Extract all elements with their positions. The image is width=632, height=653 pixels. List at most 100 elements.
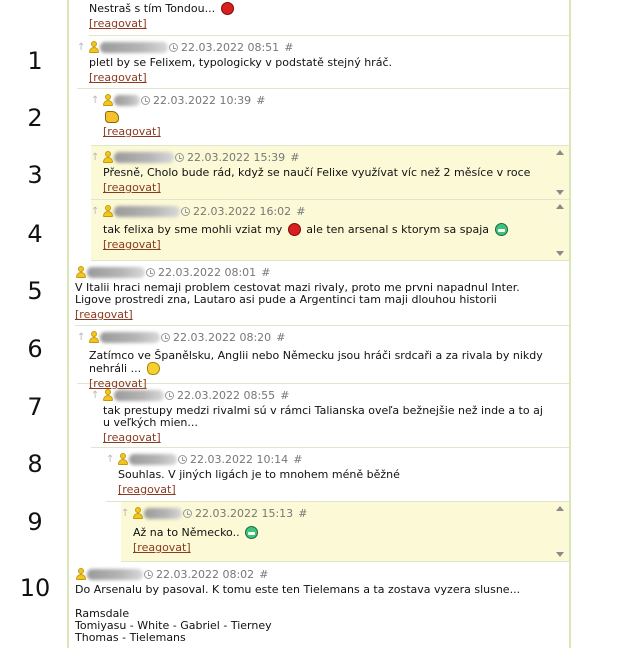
comment-meta: ↑ 22.03.2022 16:02 # [91,204,569,218]
username-redacted[interactable] [114,389,164,401]
clock-icon [141,95,150,105]
collapse-controls [556,204,564,256]
comment-text: Zatímco ve Španělsku, Anglii nebo Německ… [89,349,543,375]
permalink[interactable]: # [298,507,307,520]
user-icon [102,150,113,164]
permalink[interactable]: # [276,331,285,344]
reply-link[interactable]: [reagovat] [103,181,161,194]
comment-6: ↑ 22.03.2022 08:20 # Zatímco ve Španělsk… [77,326,569,390]
username-redacted[interactable] [100,41,168,53]
comment-meta: ↑ 22.03.2022 15:39 # [91,150,569,164]
scroll-up-icon[interactable] [556,204,564,209]
permalink[interactable]: # [259,568,268,581]
reply-arrow-icon[interactable]: ↑ [91,206,102,217]
user-icon [102,93,113,107]
comment-date[interactable]: 22.03.2022 08:01 [158,266,256,279]
comment-top: Nestraš s tím Tondou... [reagovat] [89,0,569,36]
row-number-6: 6 [27,335,43,363]
clock-icon [144,569,153,579]
comment-meta: 22.03.2022 08:01 # [75,265,569,279]
comment-text: Přesně, Cholo bude rád, když se naučí Fe… [103,166,531,179]
comment-text: tak felixa by sme mohli vziat my ale ten… [91,223,569,236]
clock-icon [178,454,187,464]
grin-emoticon-icon [494,223,508,236]
username-redacted[interactable] [87,266,145,278]
facepalm-emoticon-icon [146,362,160,375]
comment-5: 22.03.2022 08:01 # V Italii hraci nemaji… [75,261,569,326]
username-redacted[interactable] [114,151,174,163]
reply-arrow-icon[interactable]: ↑ [106,454,117,465]
comment-date[interactable]: 22.03.2022 10:39 [153,94,251,107]
comment-2: ↑ 22.03.2022 10:39 # [reagovat] [91,89,569,146]
reply-link[interactable]: [reagovat] [89,17,147,30]
reply-arrow-icon[interactable]: ↑ [121,508,132,519]
reply-link[interactable]: [reagovat] [103,238,161,251]
scroll-down-icon[interactable] [556,552,564,557]
scroll-up-icon[interactable] [556,506,564,511]
username-redacted[interactable] [114,94,140,106]
permalink[interactable]: # [290,151,299,164]
comment-meta: 22.03.2022 08:02 # [75,567,569,581]
comment-text: Nestraš s tím Tondou... [89,2,569,15]
reply-link[interactable]: [reagovat] [75,308,133,321]
comment-date[interactable]: 22.03.2022 08:20 [173,331,271,344]
angry-emoticon-icon [287,223,301,236]
angry-emoticon-icon [220,2,234,15]
permalink[interactable]: # [296,205,305,218]
user-icon [117,452,128,466]
reply-link[interactable]: [reagovat] [89,71,147,84]
row-number-8: 8 [27,450,43,478]
thumbs-up-emoticon-icon [105,111,119,123]
comment-meta: ↑ 22.03.2022 08:20 # [77,330,569,344]
user-icon [132,506,143,520]
user-icon [102,388,113,402]
permalink[interactable]: # [256,94,265,107]
scroll-down-icon[interactable] [556,190,564,195]
comment-body [91,111,569,123]
clock-icon [146,267,155,277]
comment-date[interactable]: 22.03.2022 15:13 [195,507,293,520]
clock-icon [161,332,170,342]
comment-7: ↑ 22.03.2022 08:55 # tak prestupy medzi … [91,384,569,448]
comment-meta: ↑ 22.03.2022 08:51 # [77,40,569,54]
scroll-down-icon[interactable] [556,251,564,256]
permalink[interactable]: # [280,389,289,402]
reply-link[interactable]: [reagovat] [103,125,161,138]
reply-link[interactable]: [reagovat] [118,483,176,496]
row-number-9: 9 [27,508,43,536]
comment-meta: ↑ 22.03.2022 08:55 # [91,388,569,402]
comment-date[interactable]: 22.03.2022 10:14 [190,453,288,466]
reply-arrow-icon[interactable]: ↑ [77,42,88,53]
comment-date[interactable]: 22.03.2022 16:02 [193,205,291,218]
username-redacted[interactable] [129,453,177,465]
permalink[interactable]: # [293,453,302,466]
collapse-controls [556,150,564,195]
comment-meta: ↑ 22.03.2022 10:39 # [91,93,569,107]
username-redacted[interactable] [144,507,182,519]
row-number-7: 7 [27,393,43,421]
username-redacted[interactable] [114,205,180,217]
reply-link[interactable]: [reagovat] [133,541,191,554]
grin-emoticon-icon [245,526,259,539]
comment-date[interactable]: 22.03.2022 08:02 [156,568,254,581]
row-number-5: 5 [27,277,43,305]
reply-link[interactable]: [reagovat] [103,431,161,444]
username-redacted[interactable] [87,568,143,580]
username-redacted[interactable] [100,331,160,343]
permalink[interactable]: # [284,41,293,54]
permalink[interactable]: # [261,266,270,279]
comment-thread: Nestraš s tím Tondou... [reagovat] ↑ 22.… [67,0,571,648]
row-number-3: 3 [27,161,43,189]
clock-icon [169,42,178,52]
comment-date[interactable]: 22.03.2022 15:39 [187,151,285,164]
scroll-up-icon[interactable] [556,150,564,155]
row-number-2: 2 [27,104,43,132]
reply-arrow-icon[interactable]: ↑ [77,332,88,343]
comment-date[interactable]: 22.03.2022 08:55 [177,389,275,402]
reply-arrow-icon[interactable]: ↑ [91,152,102,163]
user-icon [75,567,86,581]
reply-arrow-icon[interactable]: ↑ [91,390,102,401]
comment-text: Souhlas. V jiných ligách je to mnohem mé… [118,468,400,481]
reply-arrow-icon[interactable]: ↑ [91,95,102,106]
comment-date[interactable]: 22.03.2022 08:51 [181,41,279,54]
